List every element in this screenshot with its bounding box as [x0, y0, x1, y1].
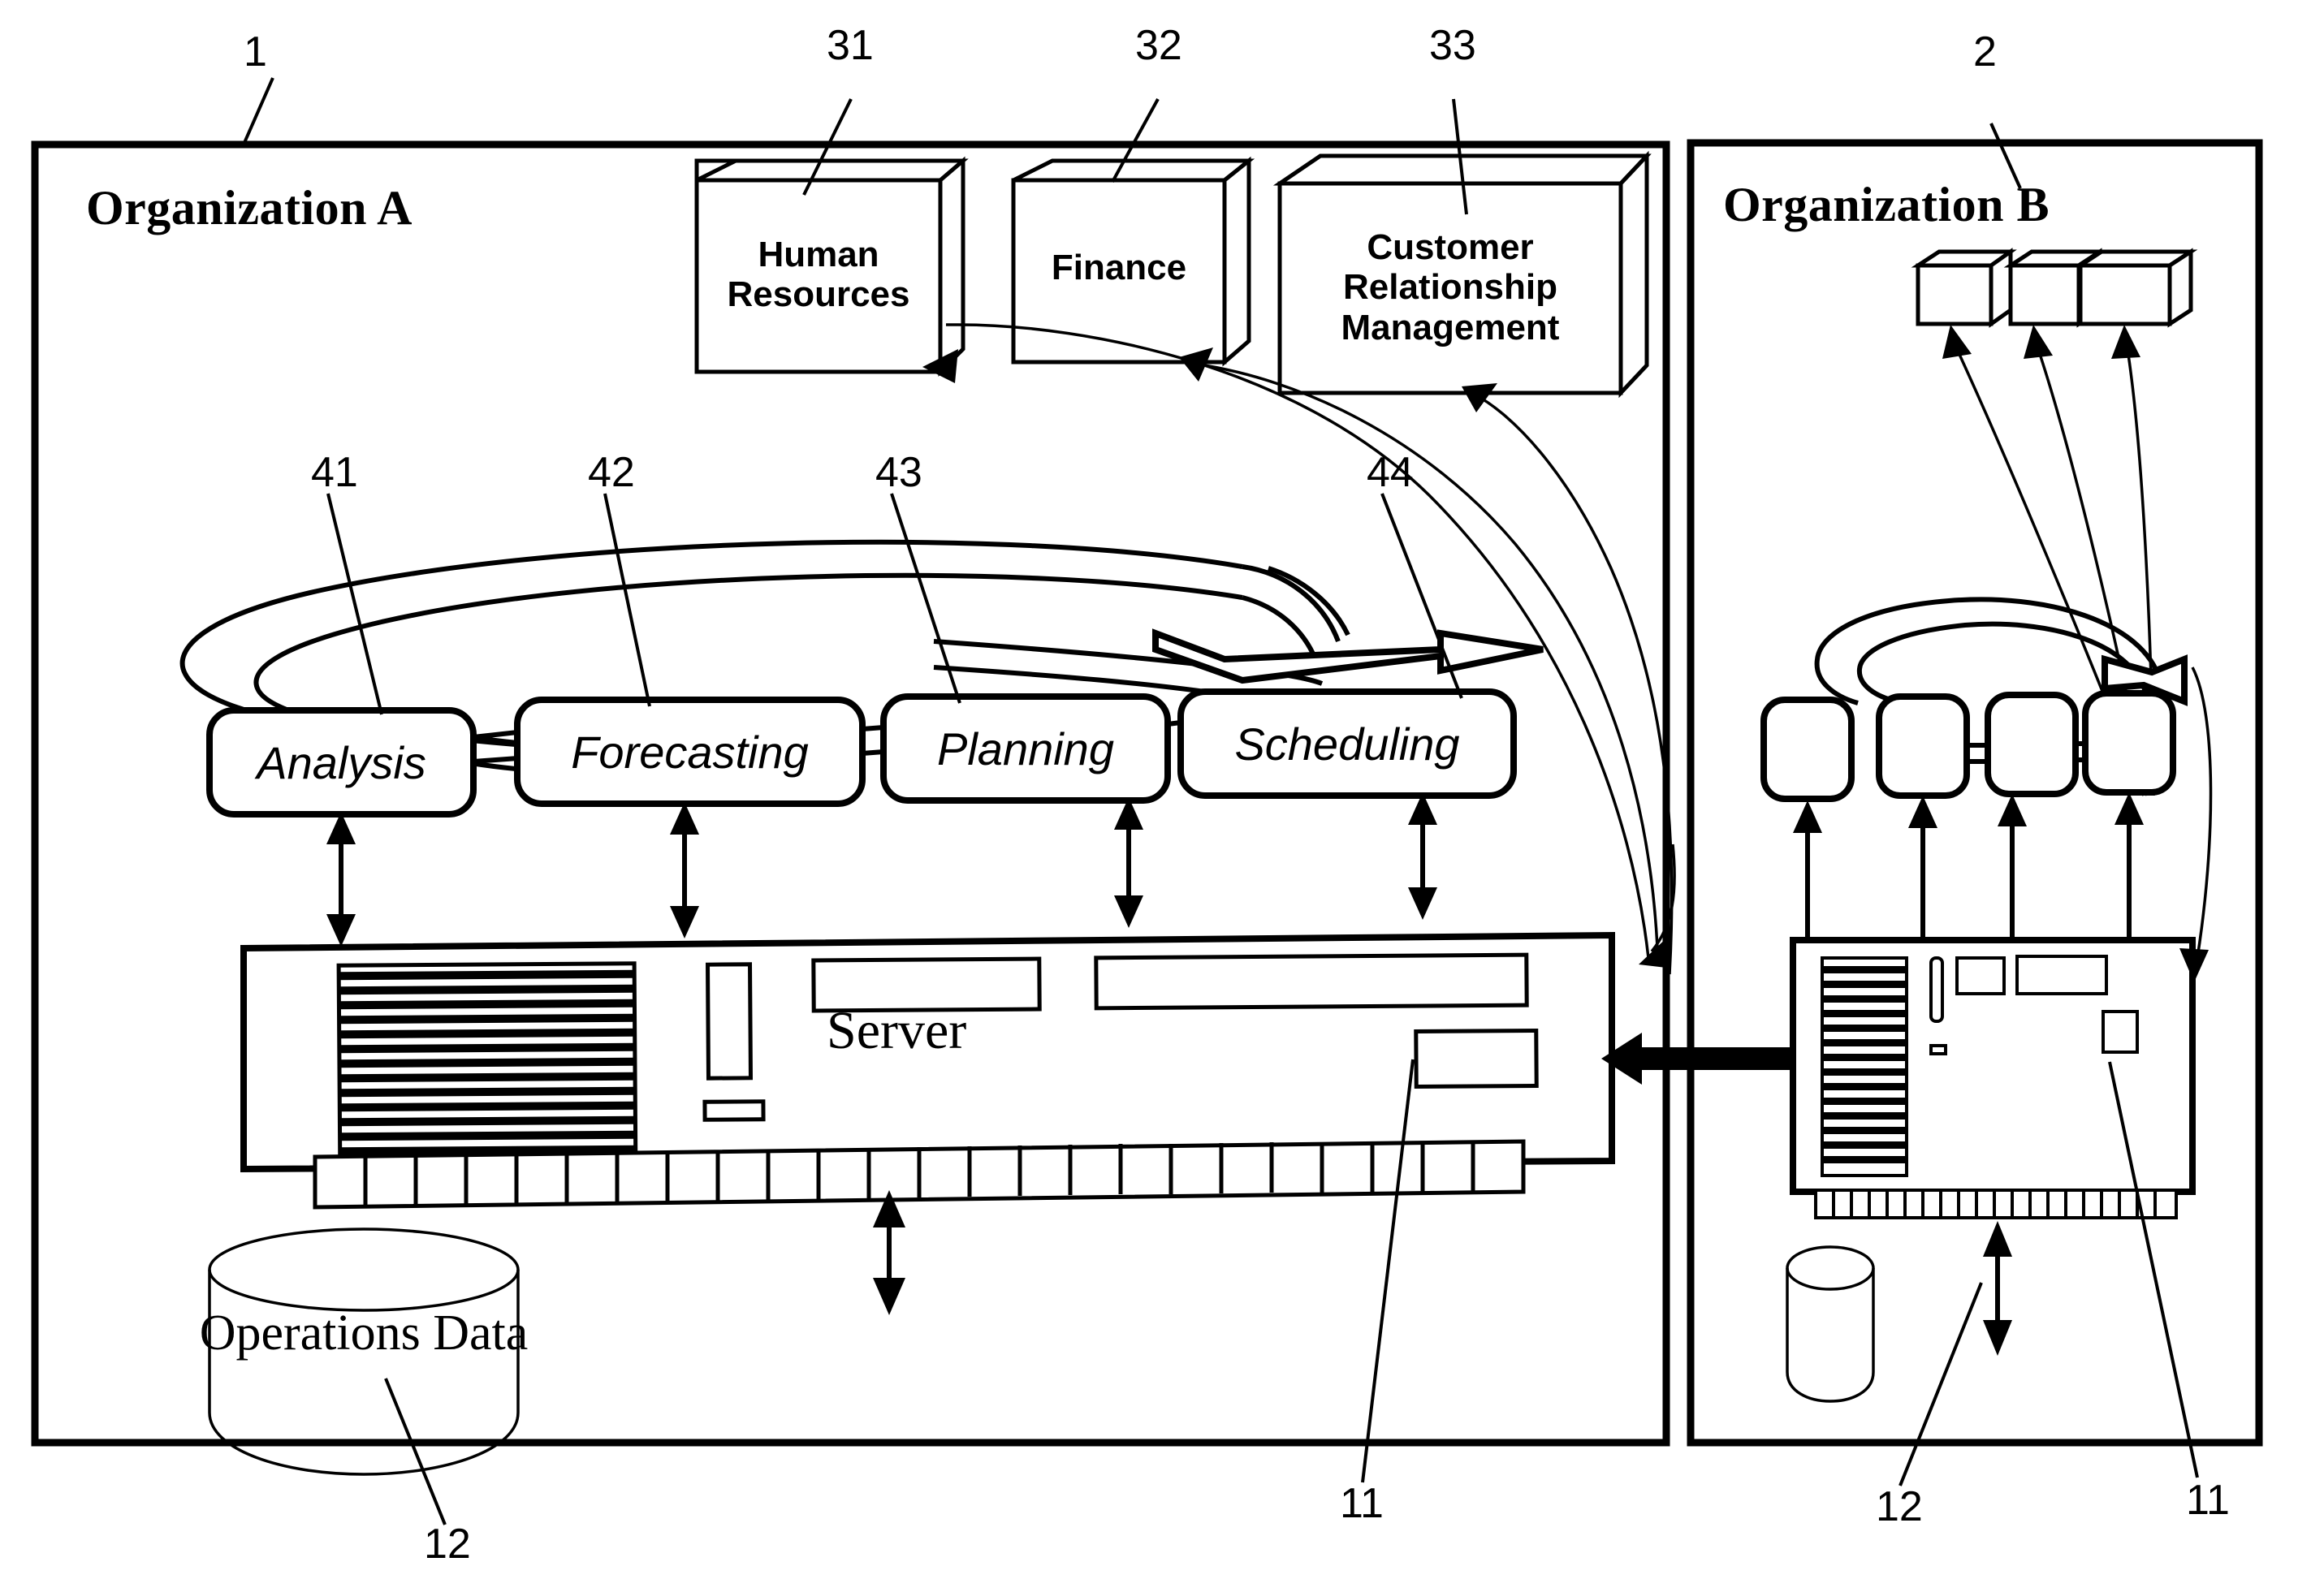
operations-data-label: Operations Data: [200, 1301, 529, 1365]
organization-b-title: Organization B: [1723, 178, 2050, 231]
process-label-scheduling: Scheduling: [1181, 692, 1514, 796]
org-b-server-slot: [1929, 956, 1944, 1023]
ref-numeral-org-b-server: 11: [2186, 1477, 2230, 1524]
org-b-process-box-3[interactable]: [1985, 692, 2079, 797]
process-label-analysis-text: Analysis: [257, 736, 426, 788]
leader-line-operations-data-ref: [384, 1378, 447, 1525]
connector-planning-scheduling-1: [1167, 720, 1181, 727]
process-label-scheduling-text: Scheduling: [1234, 718, 1460, 770]
arrow-forecasting-server: [670, 802, 699, 938]
ref-numeral-finance: 32: [1135, 22, 1182, 69]
server-label-org-a: Server: [827, 1001, 967, 1060]
ref-numeral-organization-b: 2: [1973, 28, 1997, 76]
app-label-crm-line2: Relationship: [1342, 267, 1558, 308]
app-label-hr-line1: Human: [758, 234, 879, 274]
leader-line-org-b-db-ref: [1899, 1282, 1983, 1486]
app-label-human-resources: Human Resources: [697, 201, 940, 347]
org-b-database-cylinder: [1786, 1245, 1875, 1403]
server-indicator: [702, 1099, 766, 1122]
process-label-analysis: Analysis: [210, 710, 473, 814]
process-label-forecasting-text: Forecasting: [571, 726, 809, 778]
app-label-crm: Customer Relationship Management: [1280, 193, 1621, 382]
org-b-arrow-server-db: [1983, 1221, 2012, 1356]
connector-forecasting-planning-1: [862, 725, 884, 731]
org-b-server-led: [1929, 1044, 1947, 1055]
feedback-arrowhead-into-server: [1639, 934, 1671, 968]
org-b-server-connector-strip: [1814, 1189, 2178, 1219]
ref-numeral-crm: 33: [1429, 22, 1476, 69]
ref-numeral-server-org-a: 11: [1340, 1480, 1384, 1527]
ref-numeral-organization-a: 1: [244, 28, 267, 76]
org-b-process-box-2[interactable]: [1876, 693, 1970, 799]
arrow-analysis-server: [326, 812, 356, 947]
app-label-crm-line3: Management: [1341, 307, 1560, 347]
org-b-feed-arrowhead-1: [1942, 325, 1972, 359]
leader-line-ref-43: [890, 493, 961, 704]
server-drive-slot: [705, 962, 754, 1081]
org-b-app-box-1: [1911, 248, 2017, 328]
leader-line-ref-44: [1380, 493, 1463, 699]
feedback-arrow-to-human-resources: [946, 323, 1650, 959]
leader-line-ref-41: [326, 493, 383, 715]
org-b-server-panel-2: [2015, 955, 2108, 995]
server-vent-grille: [336, 961, 638, 1177]
ref-numeral-operations-data: 12: [424, 1521, 471, 1568]
server-unit-org-a: [240, 931, 1615, 1210]
ref-numeral-scheduling: 44: [1367, 449, 1414, 496]
org-b-process-box-1[interactable]: [1760, 697, 1855, 802]
ref-numeral-analysis: 41: [311, 449, 358, 496]
ref-numeral-org-b-database: 12: [1876, 1483, 1923, 1530]
process-label-planning-text: Planning: [937, 723, 1114, 774]
org-b-server-vent: [1821, 956, 1908, 1177]
app-label-crm-line1: Customer: [1367, 227, 1534, 268]
server-panel-2: [1094, 952, 1529, 1011]
arrow-scheduling-server: [1408, 792, 1437, 920]
process-label-forecasting: Forecasting: [517, 700, 862, 804]
org-b-app-boxes: [1911, 248, 2198, 328]
loop-right-inner: [1242, 595, 1318, 661]
app-label-finance-line1: Finance: [1051, 248, 1187, 288]
app-label-hr-line2: Resources: [727, 274, 910, 314]
leader-line-ref-1: [242, 77, 274, 145]
arrow-planning-server: [1114, 797, 1143, 928]
loop-flow-arrowhead: [1152, 628, 1544, 684]
connector-analysis-forecasting-2: [473, 756, 518, 764]
org-b-app-box-3: [2073, 248, 2198, 328]
ref-numeral-forecasting: 42: [588, 449, 635, 496]
org-b-feed-arrowhead-2: [2024, 325, 2053, 359]
connector-analysis-forecasting-1: [473, 730, 518, 740]
connector-forecasting-planning-2: [862, 749, 884, 756]
org-b-server-panel-1: [1955, 956, 2006, 995]
patent-figure: Organization A Organization B 1 2 Human …: [0, 0, 2324, 1592]
org-b-process-box-4[interactable]: [2082, 690, 2176, 796]
ref-numeral-planning: 43: [875, 449, 922, 496]
ref-numeral-human-resources: 31: [827, 22, 874, 69]
operations-data-label-text: Operations Data: [199, 1305, 529, 1361]
org-b-feed-arrowhead-3: [2111, 325, 2140, 359]
org-b-right-feed-curve: [2191, 667, 2213, 959]
leader-line-ref-42: [603, 493, 651, 707]
org-b-server-panel-3: [2102, 1010, 2139, 1054]
feedback-arrow-to-crm: [1474, 393, 1674, 975]
app-label-finance: Finance: [1013, 195, 1225, 341]
server-panel-3: [1414, 1028, 1539, 1089]
feedback-arrowhead-crm: [1462, 383, 1497, 412]
organization-a-title: Organization A: [86, 181, 413, 235]
process-label-planning: Planning: [883, 697, 1168, 800]
arrow-server-operations-data: [873, 1190, 905, 1315]
